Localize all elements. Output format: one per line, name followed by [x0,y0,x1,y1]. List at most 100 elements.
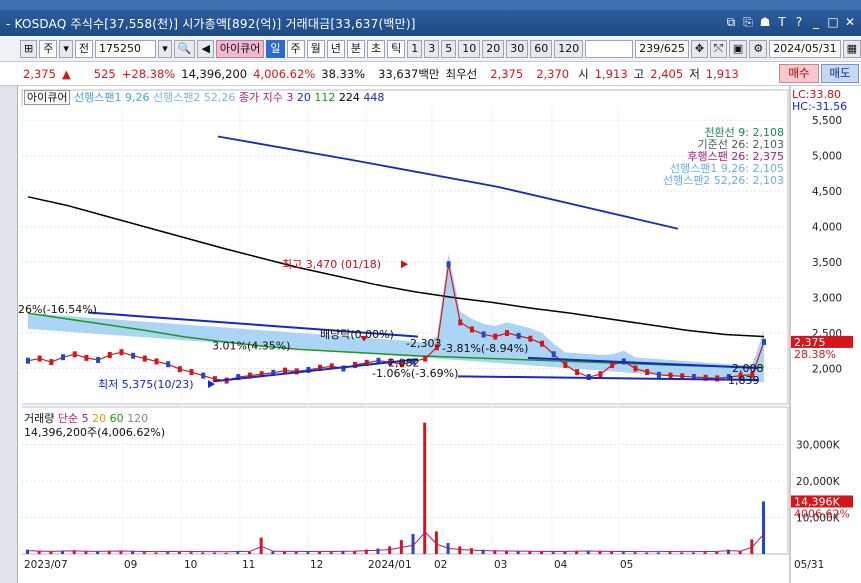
indicator-icon[interactable]: ⤲ [710,39,727,58]
chevron-down-icon[interactable]: ▾ [59,39,73,58]
candle [96,357,101,364]
candle [469,326,474,333]
hc-label: HC:-31.56 [792,100,847,113]
tab-month[interactable]: 월 [306,39,325,58]
tab-week[interactable]: 주 [286,39,305,58]
x-tick-label: 2023/07 [24,559,68,571]
price-tick-label: 4,000 [812,222,842,234]
candle [458,319,463,326]
interval-10[interactable]: 10 [458,39,481,58]
stock-name-badge[interactable]: 아이큐어 [215,39,265,58]
tab-second[interactable]: 초 [367,39,386,58]
volume-bar [458,546,462,554]
price-tick-label: 2,000 [812,364,842,376]
interval-20[interactable]: 20 [482,39,505,58]
candle [423,355,428,362]
maximize-icon[interactable]: □ [826,15,840,29]
ichimoku-value: 선행스팬2 52,26: 2,103 [663,174,784,187]
price-badge-pct: 28.38% [794,348,836,361]
volume-bar [96,551,100,554]
volume-bar [762,501,765,554]
minimize-icon[interactable]: _ [809,15,823,29]
interval-120[interactable]: 120 [554,39,584,58]
tab-tick[interactable]: 틱 [387,39,406,58]
candle [575,369,580,376]
code-dropdown-icon[interactable]: ▾ [158,39,172,58]
date-field[interactable]: 2024/05/31 [769,39,841,58]
interval-5[interactable]: 5 [441,39,457,58]
calendar-icon[interactable]: ▦ [842,39,861,58]
chart-legend: 아이큐어 선행스팬1 9,26 선행스팬2 52,26 종가 지수 3 20 1… [24,89,384,105]
annotation-end-1839: 1,839 [728,374,760,387]
gear-icon[interactable]: ⚙ [749,39,768,58]
pin-icon[interactable]: ☗ [758,15,772,29]
copy-icon[interactable]: ⎘ [741,15,755,29]
volume-bar [154,552,158,554]
volume-bar [318,551,322,554]
sell-button[interactable]: 매도 [821,64,859,83]
search-icon[interactable]: 🔍 [173,39,196,58]
candle [142,355,147,362]
interval-1[interactable]: 1 [407,39,423,58]
market-select[interactable]: 전 [74,39,93,58]
interval-3[interactable]: 3 [424,39,440,58]
volume-tick-label: 30,000K [796,440,841,452]
candle [551,351,556,358]
candle [119,349,124,356]
x-tick-label: 02 [434,559,447,571]
volume-badge-pct: 4006.62% [794,507,850,520]
buy-button[interactable]: 매수 [779,64,819,83]
chart-type-button[interactable]: ⊞ [20,39,38,58]
x-tick-label: 05 [620,559,633,571]
volume-bar [306,552,310,554]
volume-bar [645,552,649,554]
volume-bar [633,552,637,554]
x-tick-label: 03 [494,559,507,571]
period-select[interactable]: 주 [39,39,58,58]
candle [72,351,77,358]
open-price: 1,913 [594,66,628,81]
interval-input[interactable] [585,39,634,58]
window-controls: ⧉ ⎘ ☗ T ? _ □ ✕ [724,15,857,29]
tab-day[interactable]: 일 [266,39,285,58]
price-volume-chart[interactable]: 5,5005,0004,5004,0003,5003,0002,5002,000… [18,86,861,583]
sound-icon[interactable]: ◀ [197,39,214,58]
volume-bar [610,551,614,554]
help-icon[interactable]: ? [792,15,806,29]
legend-stock-name: 아이큐어 [24,90,71,105]
price-tick-label: 5,500 [812,115,842,127]
candle [656,371,661,378]
close-icon[interactable]: ✕ [843,15,857,29]
text-icon[interactable]: T [775,15,789,29]
tab-minute[interactable]: 분 [346,39,366,58]
draw-icon[interactable]: ✥ [690,39,709,58]
volume-bar [341,551,345,554]
volume-bar [715,551,719,554]
volume-bar [656,552,660,554]
interval-30[interactable]: 30 [506,39,529,58]
volume-bar [49,551,53,554]
interval-60[interactable]: 60 [530,39,553,58]
candle [481,331,486,338]
candle [528,335,533,342]
stock-code-input[interactable]: 175250 [95,39,157,58]
tab-year[interactable]: 년 [326,39,345,58]
menu-bar [0,0,861,10]
up-arrow-icon: ▲ [61,66,71,81]
volume-bar [189,552,193,554]
candle [633,365,638,372]
price-tick-label: 5,000 [812,151,842,163]
volume-bar [598,551,602,554]
best-bid: 2,370 [536,66,570,81]
candle [762,338,766,345]
link-icon[interactable]: ⧉ [724,15,738,29]
legend-ma-20: 20 [296,91,311,104]
price-change-pct: +28.38% [121,66,176,81]
volume-bar [376,548,380,554]
volume-bar [283,551,287,554]
candle [26,357,30,364]
candle [61,354,66,361]
chart-area[interactable]: 5,500 5,000 4,500 4,000 3,500 3,000 2,500 2,000… [18,86,861,583]
candle [598,371,603,378]
save-icon[interactable]: ▣ [728,39,748,58]
